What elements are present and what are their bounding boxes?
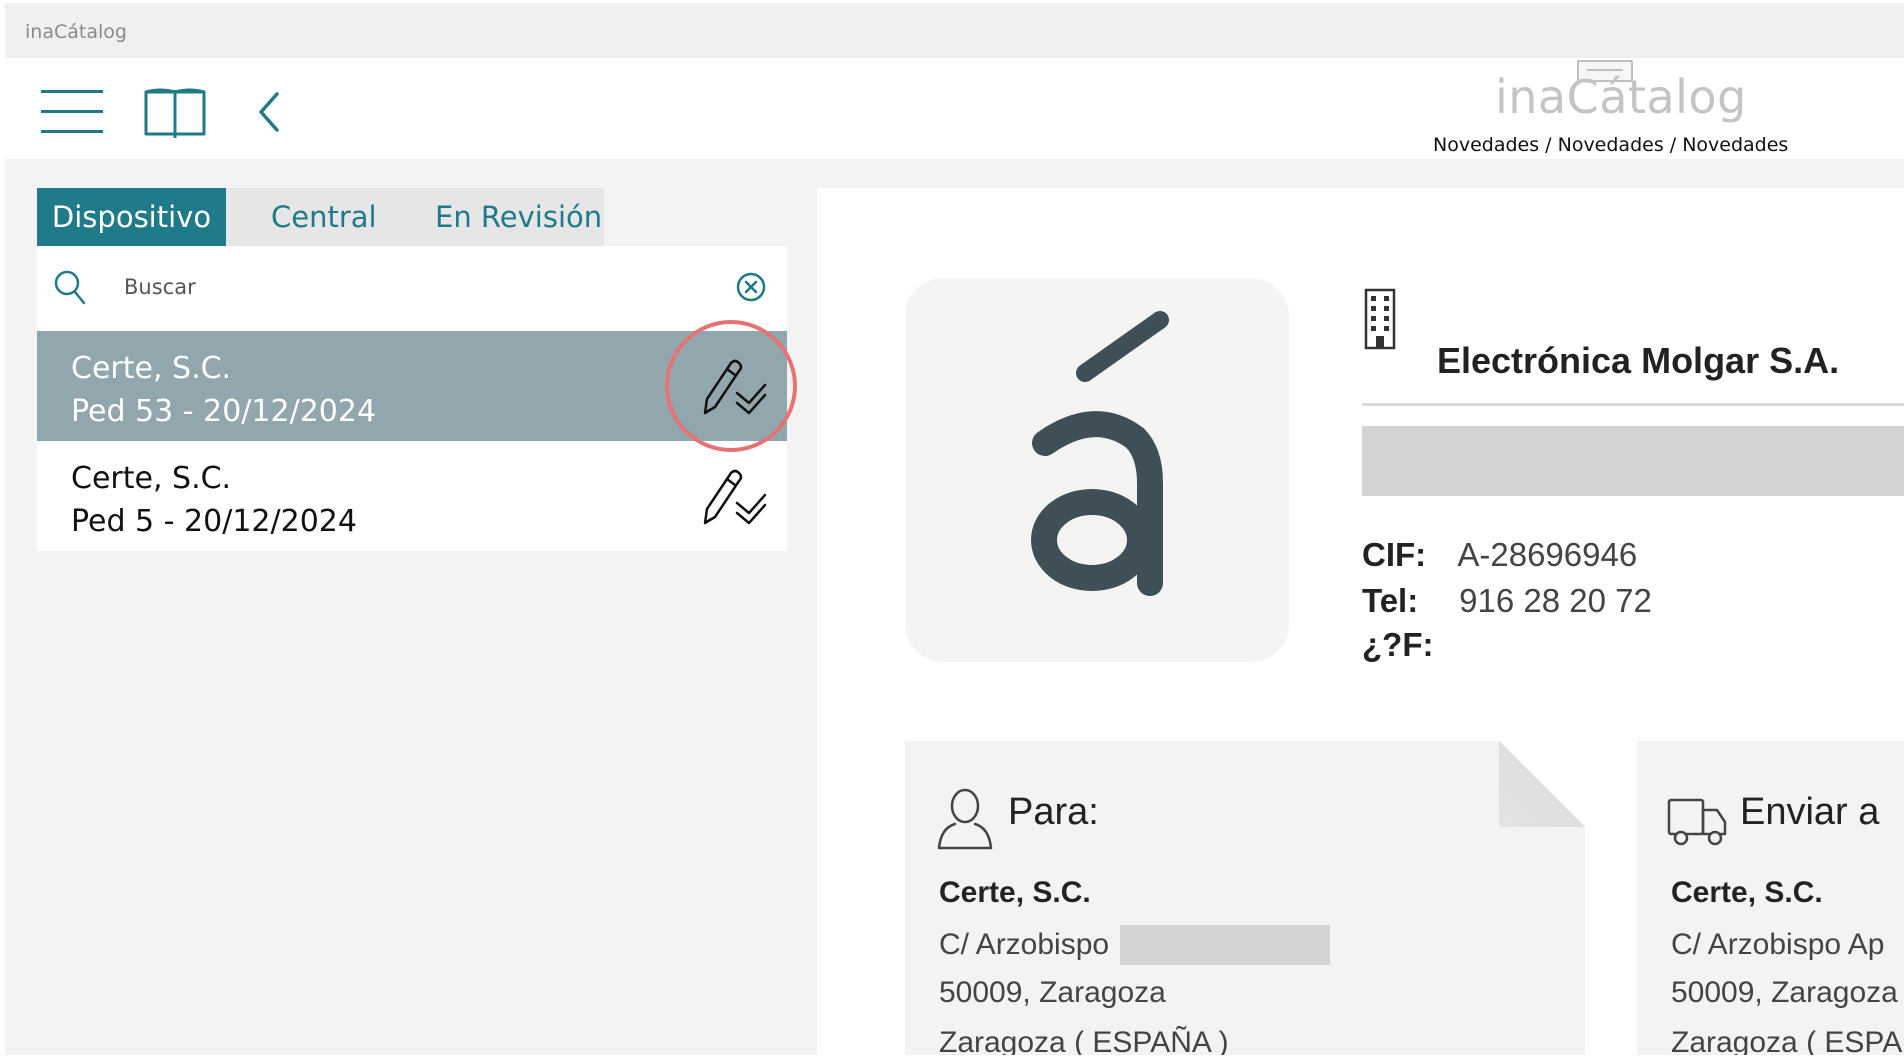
title-bar: inaCátalog [5,3,1904,58]
ship-to-name: Certe, S.C. [1671,876,1823,909]
order-client: Certe, S.C. [71,461,232,496]
tel-value: 916 28 20 72 [1459,582,1652,619]
bill-to-address-line: 50009, Zaragoza [939,976,1166,1009]
order-list-item[interactable]: Certe, S.C. Ped 53 - 20/12/2024 [37,331,787,441]
tab-dispositivo[interactable]: Dispositivo [37,188,226,246]
sign-check-icon[interactable] [697,359,771,421]
search-bar [37,246,787,331]
sign-check-icon[interactable] [697,469,771,531]
cif-label: CIF: [1362,536,1427,573]
ship-to-address-line: C/ Arzobispo Ap [1671,928,1885,961]
source-tabs: Dispositivo Central En Revisión [37,188,604,246]
ship-to-card: Enviar a Certe, S.C. C/ Arzobispo Ap 500… [1637,741,1904,1055]
bill-to-card: Para: Certe, S.C. C/ Arzobispo 50009, Za… [905,741,1585,1055]
cif-value: A-28696946 [1457,536,1638,573]
tab-en-revision[interactable]: En Revisión [435,188,602,246]
company-phone: Tel: 916 28 20 72 [1362,582,1652,620]
app-window: inaCátalog inaCátalog Novedades / Noveda… [5,3,1904,1055]
person-icon [935,786,995,850]
order-client: Certe, S.C. [71,351,232,386]
breadcrumb: Novedades / Novedades / Novedades [1433,134,1789,156]
brand-logo: inaCátalog Novedades / Novedades / Noved… [1405,58,1825,159]
search-icon [53,269,87,307]
company-cif: CIF: A-28696946 [1362,536,1637,574]
redacted-field [1120,925,1330,965]
clear-search-icon[interactable] [734,270,768,304]
bill-to-title: Para: [1008,791,1099,833]
catalog-book-icon[interactable] [144,86,206,140]
order-list-item[interactable]: Certe, S.C. Ped 5 - 20/12/2024 [37,441,787,551]
order-detail-panel: Electrónica Molgar S.A. CIF: A-28696946 … [817,188,1904,1055]
ship-to-address-line: Zaragoza ( ESPA [1671,1026,1903,1055]
order-reference: Ped 53 - 20/12/2024 [71,394,377,429]
fax-label: ¿?F: [1362,626,1434,663]
redacted-field [1362,426,1904,496]
ship-to-title: Enviar a [1740,791,1880,833]
ship-to-address-line: 50009, Zaragoza [1671,976,1898,1009]
truck-icon [1667,786,1727,850]
bill-to-address-line: C/ Arzobispo [939,928,1110,961]
brand-logo-text: inaCátalog [1495,70,1747,124]
search-input[interactable] [122,266,706,308]
tel-label: Tel: [1362,582,1419,619]
bill-to-address-line: Zaragoza ( ESPAÑA ) [939,1026,1229,1055]
company-fax: ¿?F: [1362,626,1450,664]
back-arrow-icon[interactable] [255,90,285,134]
bill-to-name: Certe, S.C. [939,876,1091,909]
divider [1362,403,1904,406]
building-icon [1362,288,1398,350]
window-title: inaCátalog [25,21,127,43]
app-header: inaCátalog Novedades / Novedades / Noved… [5,58,1904,159]
menu-icon[interactable] [41,88,103,136]
company-logo [905,278,1289,662]
order-reference: Ped 5 - 20/12/2024 [71,504,357,539]
company-name: Electrónica Molgar S.A. [1437,340,1840,381]
tab-central[interactable]: Central [271,188,377,246]
page-fold [1499,741,1585,827]
